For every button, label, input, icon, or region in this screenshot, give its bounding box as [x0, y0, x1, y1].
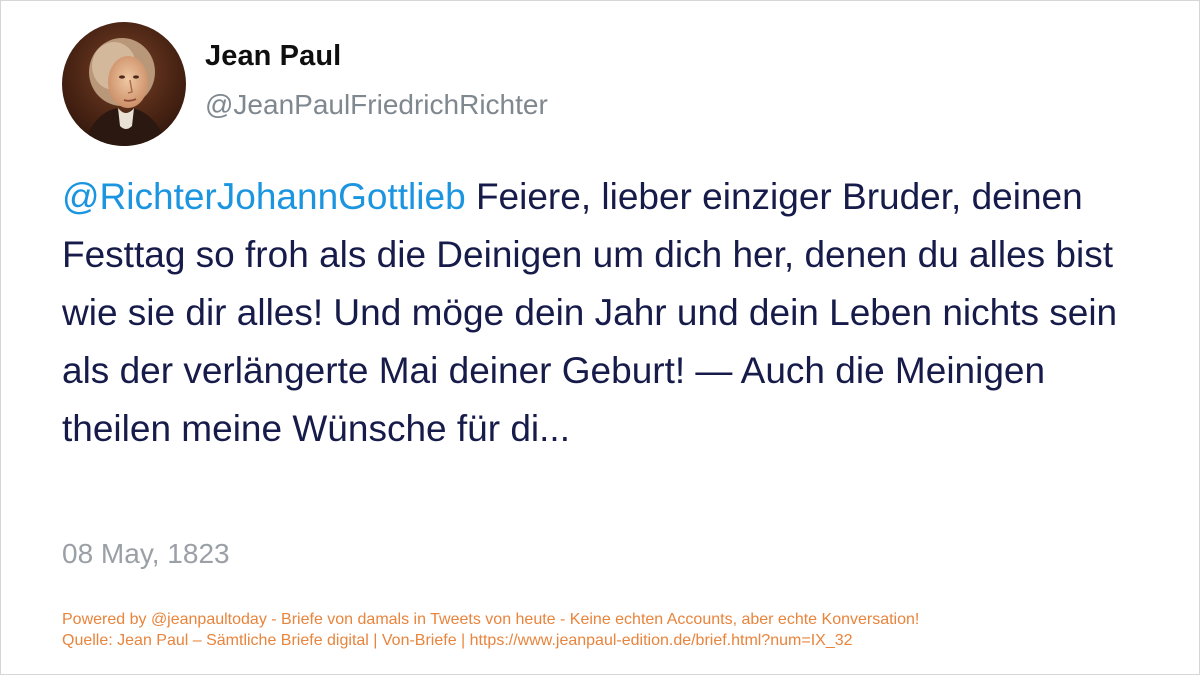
footer: Powered by @jeanpaultoday - Briefe von d… [62, 609, 919, 651]
avatar[interactable] [62, 22, 186, 146]
author-handle[interactable]: @JeanPaulFriedrichRichter [205, 89, 548, 121]
footer-source: Quelle: Jean Paul – Sämtliche Briefe dig… [62, 632, 853, 649]
tweet-date: 08 May, 1823 [62, 538, 230, 569]
author-name[interactable]: Jean Paul [205, 40, 341, 73]
footer-powered-by: Powered by @jeanpaultoday - Briefe von d… [62, 611, 920, 628]
tweet-text: @RichterJohannGottlieb Feiere, lieber ei… [62, 168, 1152, 458]
portrait-avatar-icon [62, 22, 186, 146]
mention-link[interactable]: @RichterJohannGottlieb [62, 176, 466, 217]
